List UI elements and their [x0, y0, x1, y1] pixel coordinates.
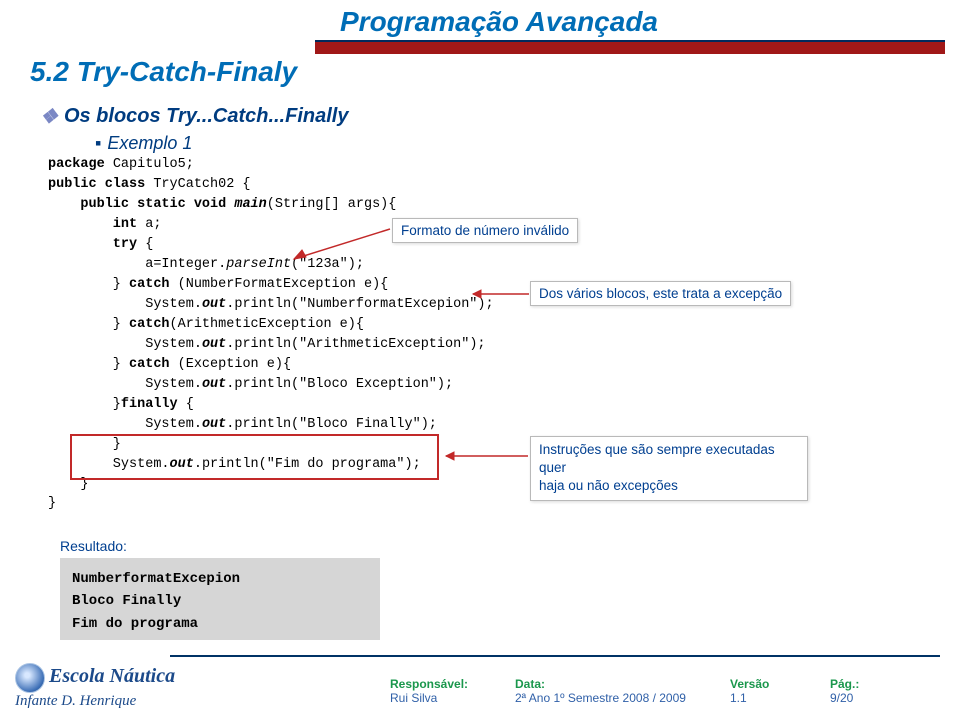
c: System.	[48, 417, 202, 432]
annot-finally: Instruções que são sempre executadas que…	[530, 436, 808, 501]
c: }	[48, 397, 121, 412]
c: .println(	[226, 337, 299, 352]
section-title: 5.2 Try-Catch-Finaly	[30, 56, 297, 88]
resp-value: Rui Silva	[390, 691, 468, 705]
c: );	[469, 337, 485, 352]
footer: Escola Náutica Infante D. Henrique Respo…	[0, 655, 960, 715]
c: public class	[48, 177, 145, 192]
c: "Bloco Exception"	[299, 377, 437, 392]
c: System.	[48, 377, 202, 392]
c: (String[] args){	[267, 197, 397, 212]
c: public static void	[48, 197, 234, 212]
date-label: Data:	[515, 677, 686, 691]
c: catch	[129, 277, 170, 292]
date-value: 2ª Ano 1º Semestre 2008 / 2009	[515, 691, 686, 705]
c: out	[202, 297, 226, 312]
version-label: Versão	[730, 677, 769, 691]
result-box: NumberformatExcepion Bloco Finally Fim d…	[60, 558, 380, 640]
annot-number-format: Formato de número inválido	[392, 218, 578, 243]
arrow-catch	[465, 287, 533, 301]
footer-page: Pág.: 9/20	[830, 677, 859, 705]
bullet-sub-text: Exemplo 1	[107, 133, 192, 153]
bullet-main-text: Os blocos Try...Catch...Finally	[64, 105, 349, 128]
result-label: Resultado:	[60, 538, 127, 554]
c: .println(	[226, 377, 299, 392]
square-icon: ▪	[95, 133, 101, 153]
bullet-main: ❖ Os blocos Try...Catch...Finally	[40, 104, 348, 129]
c: (Exception e){	[170, 357, 292, 372]
annot-finally-l1: Instruções que são sempre executadas que…	[539, 441, 799, 477]
annot-finally-l2: haja ou não excepções	[539, 477, 799, 495]
school-name-2: Infante D. Henrique	[15, 693, 175, 710]
c: System.	[48, 337, 202, 352]
footer-responsible: Responsável: Rui Silva	[390, 677, 468, 705]
c: a;	[137, 217, 161, 232]
c: {	[178, 397, 194, 412]
c: out	[202, 377, 226, 392]
page-label: Pág.:	[830, 677, 859, 691]
c: catch	[129, 317, 170, 332]
c: (NumberFormatException e){	[170, 277, 389, 292]
version-value: 1.1	[730, 691, 769, 705]
c: "Bloco Finally"	[299, 417, 421, 432]
header-rule-thick	[315, 42, 945, 54]
c: }	[48, 496, 56, 511]
result-line-2: Bloco Finally	[72, 590, 368, 612]
page-value: 9/20	[830, 691, 859, 705]
c: try	[48, 237, 137, 252]
highlight-box-finally	[70, 434, 439, 480]
c: package	[48, 157, 105, 172]
footer-date: Data: 2ª Ano 1º Semestre 2008 / 2009	[515, 677, 686, 705]
c: .println(	[226, 297, 299, 312]
footer-rule	[170, 655, 940, 657]
arrow-format	[282, 225, 394, 265]
c: System.	[48, 297, 202, 312]
c: a=Integer.	[48, 257, 226, 272]
c: main	[234, 197, 266, 212]
arrow-finally	[438, 449, 532, 463]
c: );	[437, 377, 453, 392]
c: Capitulo5;	[105, 157, 194, 172]
globe-icon	[15, 663, 45, 693]
resp-label: Responsável:	[390, 677, 468, 691]
c: catch	[129, 357, 170, 372]
c: }	[48, 357, 129, 372]
school-logo: Escola Náutica Infante D. Henrique	[15, 663, 175, 710]
result-line-3: Fim do programa	[72, 613, 368, 635]
annot-catch-selected: Dos vários blocos, este trata a excepção	[530, 281, 791, 306]
slide: Programação Avançada 5.2 Try-Catch-Final…	[0, 0, 960, 715]
course-title: Programação Avançada	[340, 6, 658, 38]
c: .println(	[226, 417, 299, 432]
c: (ArithmeticException e){	[170, 317, 364, 332]
c: }	[48, 317, 129, 332]
c: TryCatch02 {	[145, 177, 250, 192]
c: {	[137, 237, 153, 252]
c: out	[202, 417, 226, 432]
c: int	[48, 217, 137, 232]
c: "ArithmeticException"	[299, 337, 469, 352]
c: out	[202, 337, 226, 352]
c: "NumberformatExcepion"	[299, 297, 477, 312]
result-line-1: NumberformatExcepion	[72, 568, 368, 590]
c: );	[421, 417, 437, 432]
footer-version: Versão 1.1	[730, 677, 769, 705]
c: }	[48, 277, 129, 292]
school-name-1: Escola Náutica	[49, 665, 175, 687]
diamond-icon: ❖	[40, 104, 58, 129]
c: finally	[121, 397, 178, 412]
bullet-sub: ▪ Exemplo 1	[95, 133, 192, 154]
